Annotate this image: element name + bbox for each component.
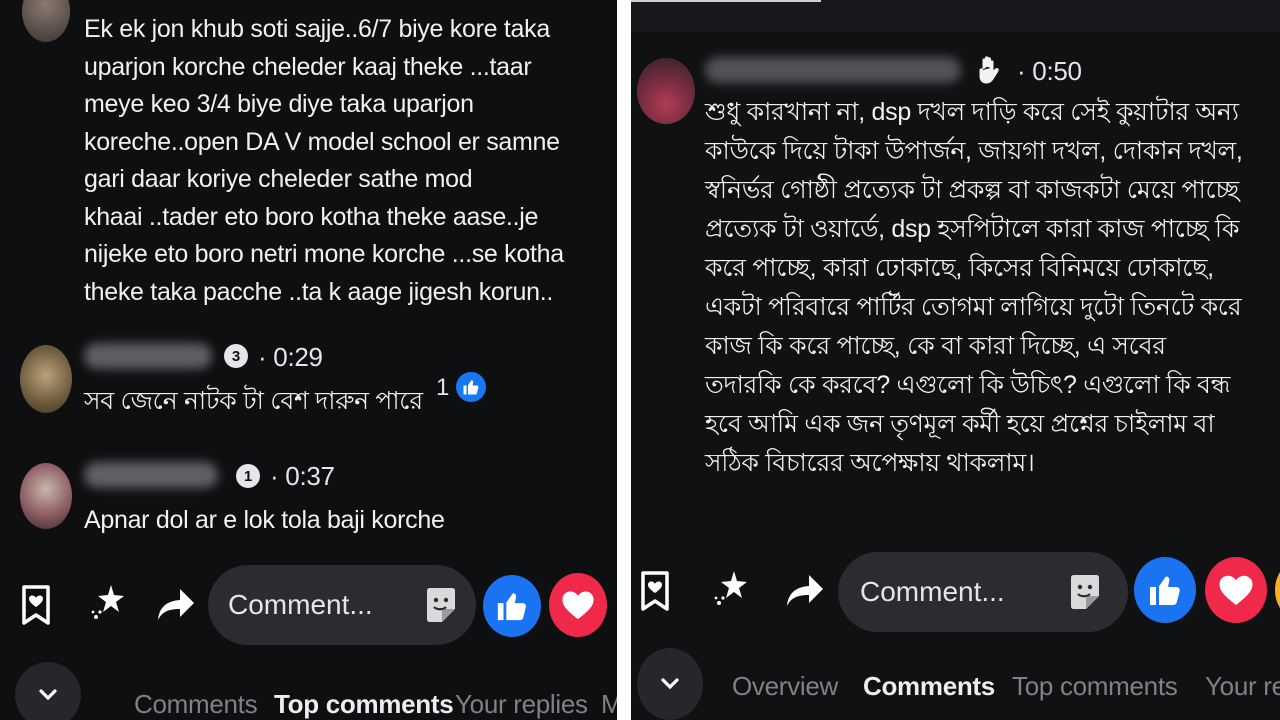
comment-timestamp[interactable]: · 0:29	[258, 342, 323, 373]
comment-timestamp[interactable]: · 0:50	[1017, 56, 1082, 87]
avatar[interactable]	[20, 463, 72, 529]
love-button[interactable]	[1205, 557, 1267, 623]
comment-input[interactable]: Comment...	[208, 565, 476, 645]
tab-your-replies[interactable]: Your replies	[455, 689, 588, 720]
like-button[interactable]	[1134, 557, 1196, 623]
wave-hand-icon	[973, 54, 1005, 86]
collapse-chevron-button[interactable]	[15, 662, 81, 720]
commenter-name-blurred[interactable]	[705, 57, 961, 83]
share-arrow-icon[interactable]	[781, 568, 829, 614]
comment-placeholder: Comment...	[860, 576, 1005, 607]
comment-placeholder: Comment...	[228, 589, 373, 620]
tab-top-comments[interactable]: Top comments	[274, 689, 454, 720]
panel-divider	[617, 0, 631, 720]
bookmark-heart-icon[interactable]	[635, 568, 675, 614]
bookmark-heart-icon[interactable]	[16, 582, 56, 628]
avatar[interactable]	[20, 345, 72, 413]
comment-timestamp[interactable]: · 0:37	[270, 461, 335, 492]
commenter-name-blurred[interactable]	[84, 462, 218, 488]
collapse-chevron-button[interactable]	[637, 648, 703, 720]
effects-star-icon[interactable]	[84, 578, 134, 628]
tab-more[interactable]: M	[601, 689, 617, 720]
comment-input[interactable]: Comment...	[838, 552, 1128, 632]
tab-your-replies[interactable]: Your re	[1205, 671, 1280, 702]
avatar[interactable]	[22, 0, 70, 42]
haha-reaction-button[interactable]	[1275, 557, 1280, 623]
top-fan-badge: 1	[236, 464, 260, 488]
comment-text: Ek ek jon khub soti sajje..6/7 biye kore…	[84, 15, 564, 306]
comment-text: Apnar dol ar e lok tola baji korche	[84, 506, 445, 534]
sticker-icon[interactable]	[422, 585, 462, 625]
tab-overview[interactable]: Overview	[732, 671, 838, 702]
commenter-name-blurred[interactable]	[84, 343, 212, 369]
tab-comments[interactable]: Comments	[134, 689, 258, 720]
progress-line	[631, 0, 821, 2]
sticker-icon[interactable]	[1066, 572, 1106, 612]
right-video-comments-panel: · 0:50 শুধু কারখানা না, dsp দখল দাড়ি কর…	[631, 0, 1280, 720]
share-arrow-icon[interactable]	[152, 582, 200, 628]
top-fan-badge: 3	[224, 344, 248, 368]
like-count: 1	[436, 374, 450, 401]
comment-text: সব জেনে নাটক টা বেশ দারুন পারে	[84, 387, 423, 415]
left-video-comments-panel: Ek ek jon khub soti sajje..6/7 biye kore…	[0, 0, 617, 720]
effects-star-icon[interactable]	[707, 564, 757, 614]
tab-comments[interactable]: Comments	[863, 671, 995, 702]
avatar[interactable]	[637, 58, 695, 124]
like-reaction-icon	[456, 372, 486, 402]
like-button[interactable]	[483, 575, 541, 637]
comment-text: শুধু কারখানা না, dsp দখল দাড়ি করে সেই ক…	[705, 98, 1243, 477]
top-strip	[631, 0, 1280, 32]
chevron-down-icon	[661, 678, 679, 690]
love-button[interactable]	[549, 573, 607, 637]
tab-top-comments[interactable]: Top comments	[1012, 671, 1178, 702]
chevron-down-icon	[39, 689, 57, 701]
